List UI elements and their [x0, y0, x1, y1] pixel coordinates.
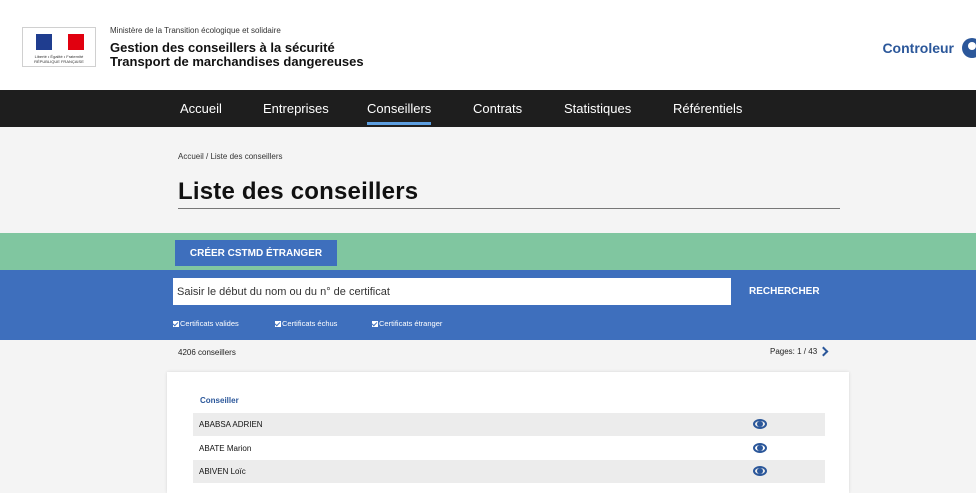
advisor-name: ABIVEN Loïc [199, 467, 246, 476]
create-foreign-advisor-button[interactable]: CRÉER CSTMD ÉTRANGER [175, 240, 337, 266]
filter-valid-certificates[interactable]: Certificats valides [173, 319, 239, 328]
filter-expired-certificates[interactable]: Certificats échus [275, 319, 337, 328]
page-title: Liste des conseillers [178, 178, 419, 205]
main-nav: Accueil Entreprises Conseillers Contrats… [0, 90, 976, 127]
app-name-line2: Transport de marchandises dangereuses [110, 54, 364, 69]
advisor-name: ABABSA ADRIEN [199, 420, 263, 429]
column-header-conseiller[interactable]: Conseiller [200, 396, 239, 405]
nav-item-accueil[interactable]: Accueil [180, 90, 222, 127]
header-titles: Ministère de la Transition écologique et… [110, 26, 364, 69]
table-row[interactable]: ABATE Marion [193, 437, 825, 460]
advisor-name: ABATE Marion [199, 444, 252, 453]
filter-label: Certificats échus [282, 319, 338, 328]
table-row[interactable]: ABABSA ADRIEN [193, 413, 825, 436]
french-flag-icon [36, 34, 84, 50]
user-label[interactable]: Controleur [882, 40, 954, 56]
user-menu[interactable]: Controleur [882, 38, 976, 58]
nav-item-conseillers[interactable]: Conseillers [367, 90, 432, 127]
checkbox-checked-icon[interactable] [173, 320, 179, 327]
pages-label: Pages: 1 / 43 [770, 346, 818, 356]
pagination: Pages: 1 / 43 [770, 346, 828, 356]
site-header: Liberté • Égalité • Fraternité RÉPUBLIQU… [0, 0, 976, 90]
table-row[interactable]: ABIVEN Loïc [193, 460, 825, 483]
logo-text: Liberté • Égalité • Fraternité RÉPUBLIQU… [34, 54, 84, 64]
search-button[interactable]: RECHERCHER [749, 278, 820, 305]
republique-francaise-logo[interactable]: Liberté • Égalité • Fraternité RÉPUBLIQU… [22, 27, 96, 67]
checkbox-checked-icon[interactable] [275, 320, 281, 327]
nav-item-statistiques[interactable]: Statistiques [564, 90, 631, 127]
title-divider [178, 208, 840, 209]
ministry-name: Ministère de la Transition écologique et… [110, 26, 281, 35]
app-name-line1: Gestion des conseillers à la sécurité [110, 40, 335, 55]
search-input[interactable] [173, 278, 731, 305]
chevron-right-icon[interactable] [820, 346, 828, 356]
nav-item-referentiels[interactable]: Référentiels [673, 90, 742, 127]
eye-icon[interactable] [751, 417, 769, 431]
eye-icon[interactable] [751, 441, 769, 455]
filter-label: Certificats étranger [379, 319, 443, 328]
nav-item-entreprises[interactable]: Entreprises [263, 90, 329, 127]
breadcrumb[interactable]: Accueil / Liste des conseillers [178, 152, 283, 161]
eye-icon[interactable] [751, 464, 769, 478]
filter-label: Certificats valides [180, 319, 239, 328]
checkbox-checked-icon[interactable] [372, 320, 378, 327]
action-band [0, 233, 976, 270]
filter-foreign-certificates[interactable]: Certificats étranger [372, 319, 442, 328]
nav-item-contrats[interactable]: Contrats [473, 90, 522, 127]
user-circle-icon[interactable] [962, 38, 976, 58]
result-count: 4206 conseillers [178, 348, 236, 357]
